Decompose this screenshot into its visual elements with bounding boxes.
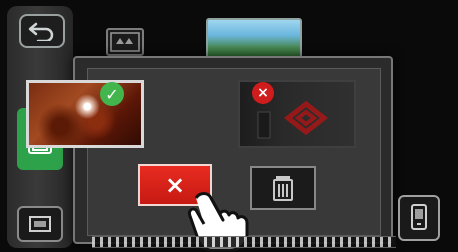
back-button[interactable] — [19, 14, 65, 48]
check-icon: ✓ — [100, 82, 124, 106]
folder-thumb-icon — [110, 32, 140, 52]
trash-icon — [273, 176, 293, 201]
folder-thumbnail-button[interactable] — [106, 28, 144, 56]
device-button[interactable] — [398, 195, 440, 241]
device-icon — [411, 204, 427, 230]
original-photo-option[interactable] — [26, 80, 144, 148]
frame-button[interactable] — [17, 206, 63, 242]
timeline-strip — [92, 236, 396, 248]
top-photo-thumbnail[interactable] — [206, 18, 302, 60]
close-icon: × — [252, 82, 274, 104]
frame-icon — [29, 216, 51, 232]
screen: ✓ × × — [0, 0, 458, 252]
undo-icon — [28, 22, 54, 41]
